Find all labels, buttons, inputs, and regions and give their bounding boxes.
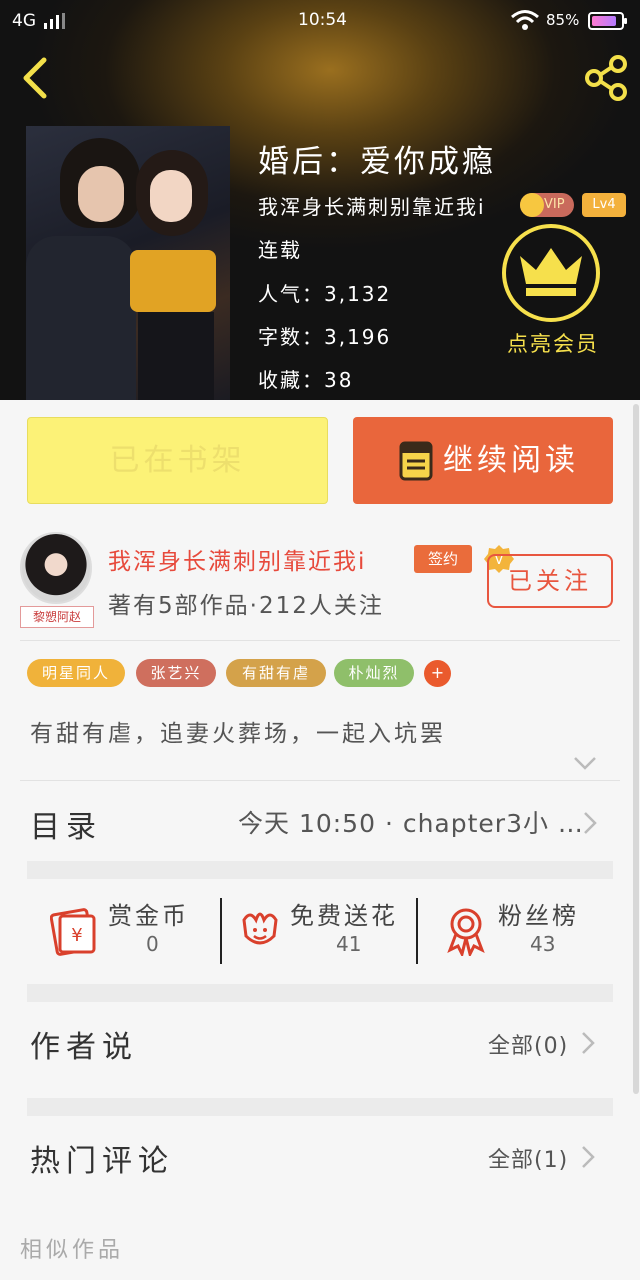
section-gap <box>27 1098 613 1116</box>
divider <box>20 640 620 641</box>
red-envelope-icon: ¥ <box>50 908 96 956</box>
divider <box>20 780 620 781</box>
vip-badge: VIP <box>520 193 574 217</box>
book-description: 有甜有虐，追妻火葬场，一起入坑罢 <box>30 721 446 747</box>
status-bar: 4G 10:54 85% <box>0 0 640 42</box>
member-button[interactable]: 点亮会员 <box>498 224 608 364</box>
hot-comments-label: 热门评论 <box>30 1144 174 1179</box>
divider <box>416 898 418 964</box>
word-count: 字数：3,196 <box>258 325 392 349</box>
crown-icon <box>502 224 600 322</box>
reward-coins[interactable]: ¥ 赏金币 0 <box>50 896 240 968</box>
follow-button[interactable]: 已关注 <box>487 554 613 608</box>
free-flowers[interactable]: 免费送花 41 <box>236 896 426 968</box>
tag-item[interactable]: 朴灿烈 <box>334 659 414 687</box>
share-button[interactable] <box>582 54 630 102</box>
chevron-down-icon[interactable] <box>572 754 598 772</box>
popularity: 人气：3,132 <box>258 282 392 306</box>
battery-percent: 85% <box>546 11 580 29</box>
chevron-right-icon[interactable] <box>582 810 598 836</box>
continue-reading-label: 继续阅读 <box>443 443 579 478</box>
section-gap <box>27 861 613 879</box>
crown-icon <box>520 193 544 217</box>
battery-icon <box>588 12 627 30</box>
book-author[interactable]: 我浑身长满刺别靠近我i <box>258 191 518 220</box>
tag-item[interactable]: 明星同人 <box>27 659 125 687</box>
book-title: 婚后：爱你成瘾 <box>258 144 496 180</box>
avatar[interactable] <box>20 532 92 604</box>
collection-count: 收藏：38 <box>258 368 354 392</box>
medal-icon <box>447 908 485 956</box>
author-says-all-link[interactable]: 全部(0) <box>488 1028 568 1060</box>
serial-status: 连载 <box>258 238 302 262</box>
signed-badge: 签约 <box>414 545 472 573</box>
catalog-label[interactable]: 目录 <box>30 802 102 846</box>
back-button[interactable] <box>18 56 52 100</box>
fan-ranking[interactable]: 粉丝榜 43 <box>442 896 632 968</box>
book-header: 4G 10:54 85% 婚后：爱你成瘾 我浑身长满刺别靠近我i VIP Lv4 <box>0 0 640 400</box>
hot-comments-all-link[interactable]: 全部(1) <box>488 1142 568 1174</box>
avatar-caption: 黎愬阿赵 <box>20 606 94 628</box>
member-label: 点亮会员 <box>507 332 599 356</box>
chevron-right-icon[interactable] <box>580 1030 596 1056</box>
wifi-icon <box>511 10 539 30</box>
level-badge: Lv4 <box>582 193 626 217</box>
clock: 10:54 <box>298 10 347 30</box>
tag-item[interactable]: 有甜有虐 <box>226 659 326 687</box>
section-gap <box>27 984 613 1002</box>
network-indicator: 4G <box>12 11 36 31</box>
author-says-label: 作者说 <box>30 1030 138 1065</box>
scrollbar[interactable] <box>633 404 639 1094</box>
similar-works-label: 相似作品 <box>20 1238 125 1263</box>
continue-reading-button[interactable]: 继续阅读 <box>353 417 613 504</box>
latest-chapter[interactable]: 今天 10:50 · chapter3小 … <box>238 804 584 840</box>
svg-text:¥: ¥ <box>71 925 82 946</box>
flower-icon <box>242 912 278 945</box>
tag-item[interactable]: 张艺兴 <box>136 659 216 687</box>
book-cover[interactable] <box>26 126 230 400</box>
author-stats: 著有5部作品·212人关注 <box>108 593 384 619</box>
author-name[interactable]: 我浑身长满刺别靠近我i <box>108 542 408 576</box>
signal-icon <box>44 13 65 29</box>
in-shelf-button[interactable]: 已在书架 <box>27 417 328 504</box>
chevron-right-icon[interactable] <box>580 1144 596 1170</box>
add-tag-button[interactable]: + <box>424 660 451 687</box>
divider <box>220 898 222 964</box>
book-icon <box>399 441 433 481</box>
